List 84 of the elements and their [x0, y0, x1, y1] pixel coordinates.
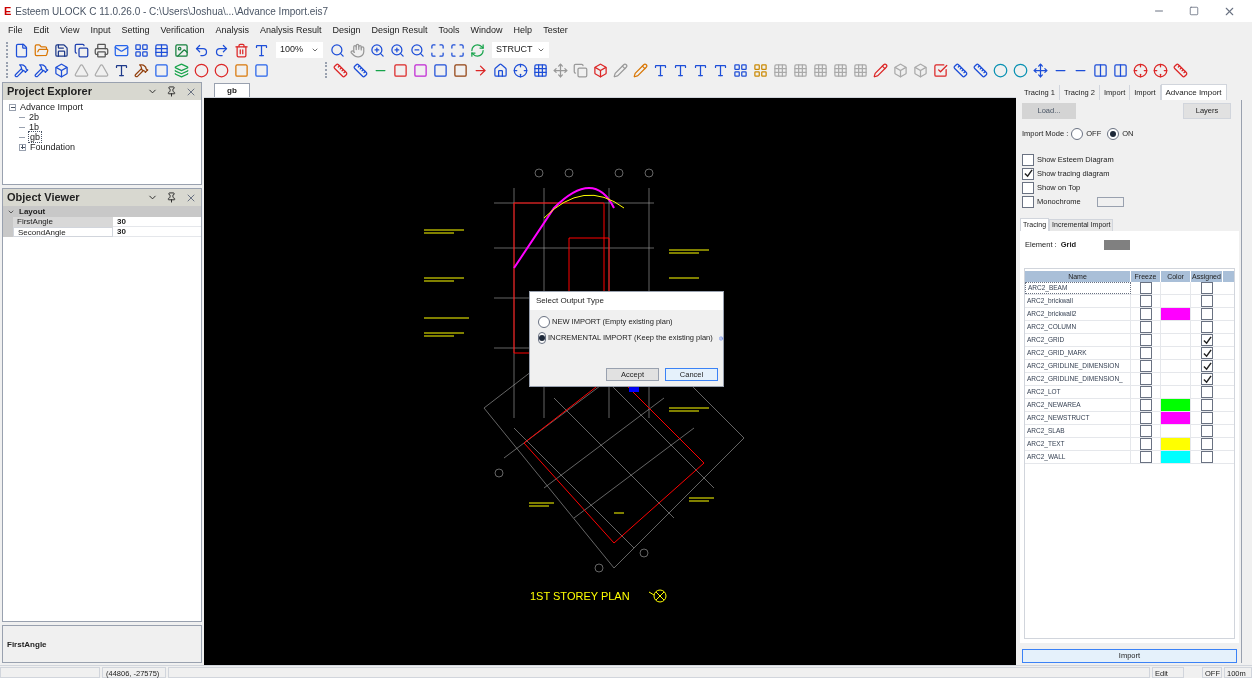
- checkbox[interactable]: [1139, 282, 1152, 295]
- menu-item[interactable]: Verification: [160, 24, 205, 38]
- property-value[interactable]: 30: [113, 227, 201, 237]
- menu-item[interactable]: Help: [513, 24, 533, 38]
- layer-color-swatch[interactable]: [1161, 438, 1190, 451]
- checkbox[interactable]: [1201, 425, 1213, 438]
- checkbox[interactable]: [1022, 153, 1034, 166]
- property-group: Layout: [19, 205, 46, 218]
- app-logo: E: [4, 3, 12, 19]
- element-color-swatch[interactable]: [1103, 239, 1130, 250]
- panel-title: Project Explorer: [7, 84, 93, 100]
- property-name[interactable]: FirstAngle: [13, 217, 113, 227]
- window-title: Esteem ULOCK C 11.0.26.0 - C:\Users\Joshua\...\Advance Import.eis7: [15, 4, 329, 19]
- menu-item[interactable]: Analysis: [215, 24, 249, 38]
- checkbox[interactable]: [1201, 295, 1213, 308]
- checkbox[interactable]: [1139, 334, 1152, 347]
- property-name[interactable]: SecondAngle: [13, 227, 113, 237]
- checkbox[interactable]: [1139, 360, 1152, 373]
- checkbox[interactable]: [1139, 373, 1152, 386]
- checkbox[interactable]: [1139, 347, 1152, 360]
- menu-item[interactable]: Design: [332, 24, 361, 38]
- checkbox[interactable]: [1201, 334, 1213, 347]
- radio-button[interactable]: [1107, 128, 1120, 140]
- checkbox[interactable]: [1201, 308, 1213, 321]
- checkbox[interactable]: [1201, 373, 1213, 386]
- checkbox[interactable]: [1201, 347, 1213, 360]
- description-title: FirstAngle: [7, 640, 47, 649]
- checkbox[interactable]: [1139, 399, 1152, 412]
- checkbox[interactable]: [1139, 308, 1152, 321]
- checkbox[interactable]: [1201, 282, 1213, 295]
- mode-dropdown[interactable]: STRUCT: [492, 42, 549, 58]
- radio-button[interactable]: [538, 316, 550, 328]
- checkbox[interactable]: [1139, 438, 1152, 451]
- checkbox[interactable]: [1139, 425, 1152, 438]
- checkbox[interactable]: [1201, 360, 1213, 373]
- checkbox[interactable]: [1201, 321, 1213, 334]
- maximize-icon[interactable]: [1189, 6, 1199, 16]
- menu-item[interactable]: Window: [470, 24, 503, 38]
- tree-item[interactable]: Foundation: [29, 142, 77, 152]
- checkbox[interactable]: [1139, 412, 1152, 425]
- layer-color-swatch[interactable]: [1161, 399, 1190, 412]
- zoom-dropdown[interactable]: 100%: [276, 42, 324, 58]
- menu-item[interactable]: Edit: [33, 24, 50, 38]
- checkbox[interactable]: [1201, 451, 1213, 464]
- menu-item[interactable]: Setting: [121, 24, 150, 38]
- checkbox[interactable]: [1201, 399, 1213, 412]
- tree-item[interactable]: 1b: [28, 122, 40, 132]
- menu-item[interactable]: Input: [90, 24, 111, 38]
- menu-item[interactable]: File: [8, 24, 23, 38]
- color-swatch[interactable]: [1096, 196, 1124, 207]
- menu-item[interactable]: Analysis Result: [260, 24, 322, 38]
- panel-title: Object Viewer: [7, 190, 81, 206]
- plan-title: 1ST STOREY PLAN: [530, 589, 630, 604]
- panel-tab[interactable]: Advance Import: [1160, 84, 1227, 100]
- checkbox[interactable]: [1201, 412, 1213, 425]
- menu-item[interactable]: Tools: [438, 24, 460, 38]
- radio-button[interactable]: [538, 332, 546, 344]
- checkbox[interactable]: [1022, 181, 1034, 194]
- layer-color-swatch[interactable]: [1161, 451, 1190, 464]
- checkbox[interactable]: [1201, 438, 1213, 451]
- pin-icon[interactable]: [166, 192, 177, 203]
- collapse-icon[interactable]: [9, 103, 16, 111]
- tree-item[interactable]: gb: [28, 131, 42, 143]
- compass-icon: [648, 588, 668, 604]
- checkbox[interactable]: [1139, 386, 1152, 399]
- property-value[interactable]: 30: [113, 217, 201, 227]
- layer-color-swatch[interactable]: [1161, 412, 1190, 425]
- checkbox[interactable]: [1139, 451, 1152, 464]
- checkbox[interactable]: [1139, 321, 1152, 334]
- dialog-title: Select Output Type: [536, 295, 604, 307]
- checkbox[interactable]: [1139, 295, 1152, 308]
- pin-icon[interactable]: [166, 86, 177, 97]
- checkbox[interactable]: [1022, 195, 1034, 208]
- layer-color-swatch[interactable]: [1161, 308, 1190, 321]
- tree-item[interactable]: Advance Import: [19, 102, 85, 112]
- document-tab[interactable]: gb: [214, 83, 250, 97]
- menu-item[interactable]: View: [60, 24, 80, 38]
- checkbox[interactable]: [1201, 386, 1213, 399]
- expand-icon[interactable]: [19, 143, 26, 151]
- checkbox[interactable]: [1022, 167, 1034, 180]
- menu-item[interactable]: Tester: [543, 24, 568, 38]
- tree-item[interactable]: 2b: [28, 112, 40, 122]
- radio-button[interactable]: [1071, 128, 1084, 140]
- menu-item[interactable]: Design Result: [371, 24, 428, 38]
